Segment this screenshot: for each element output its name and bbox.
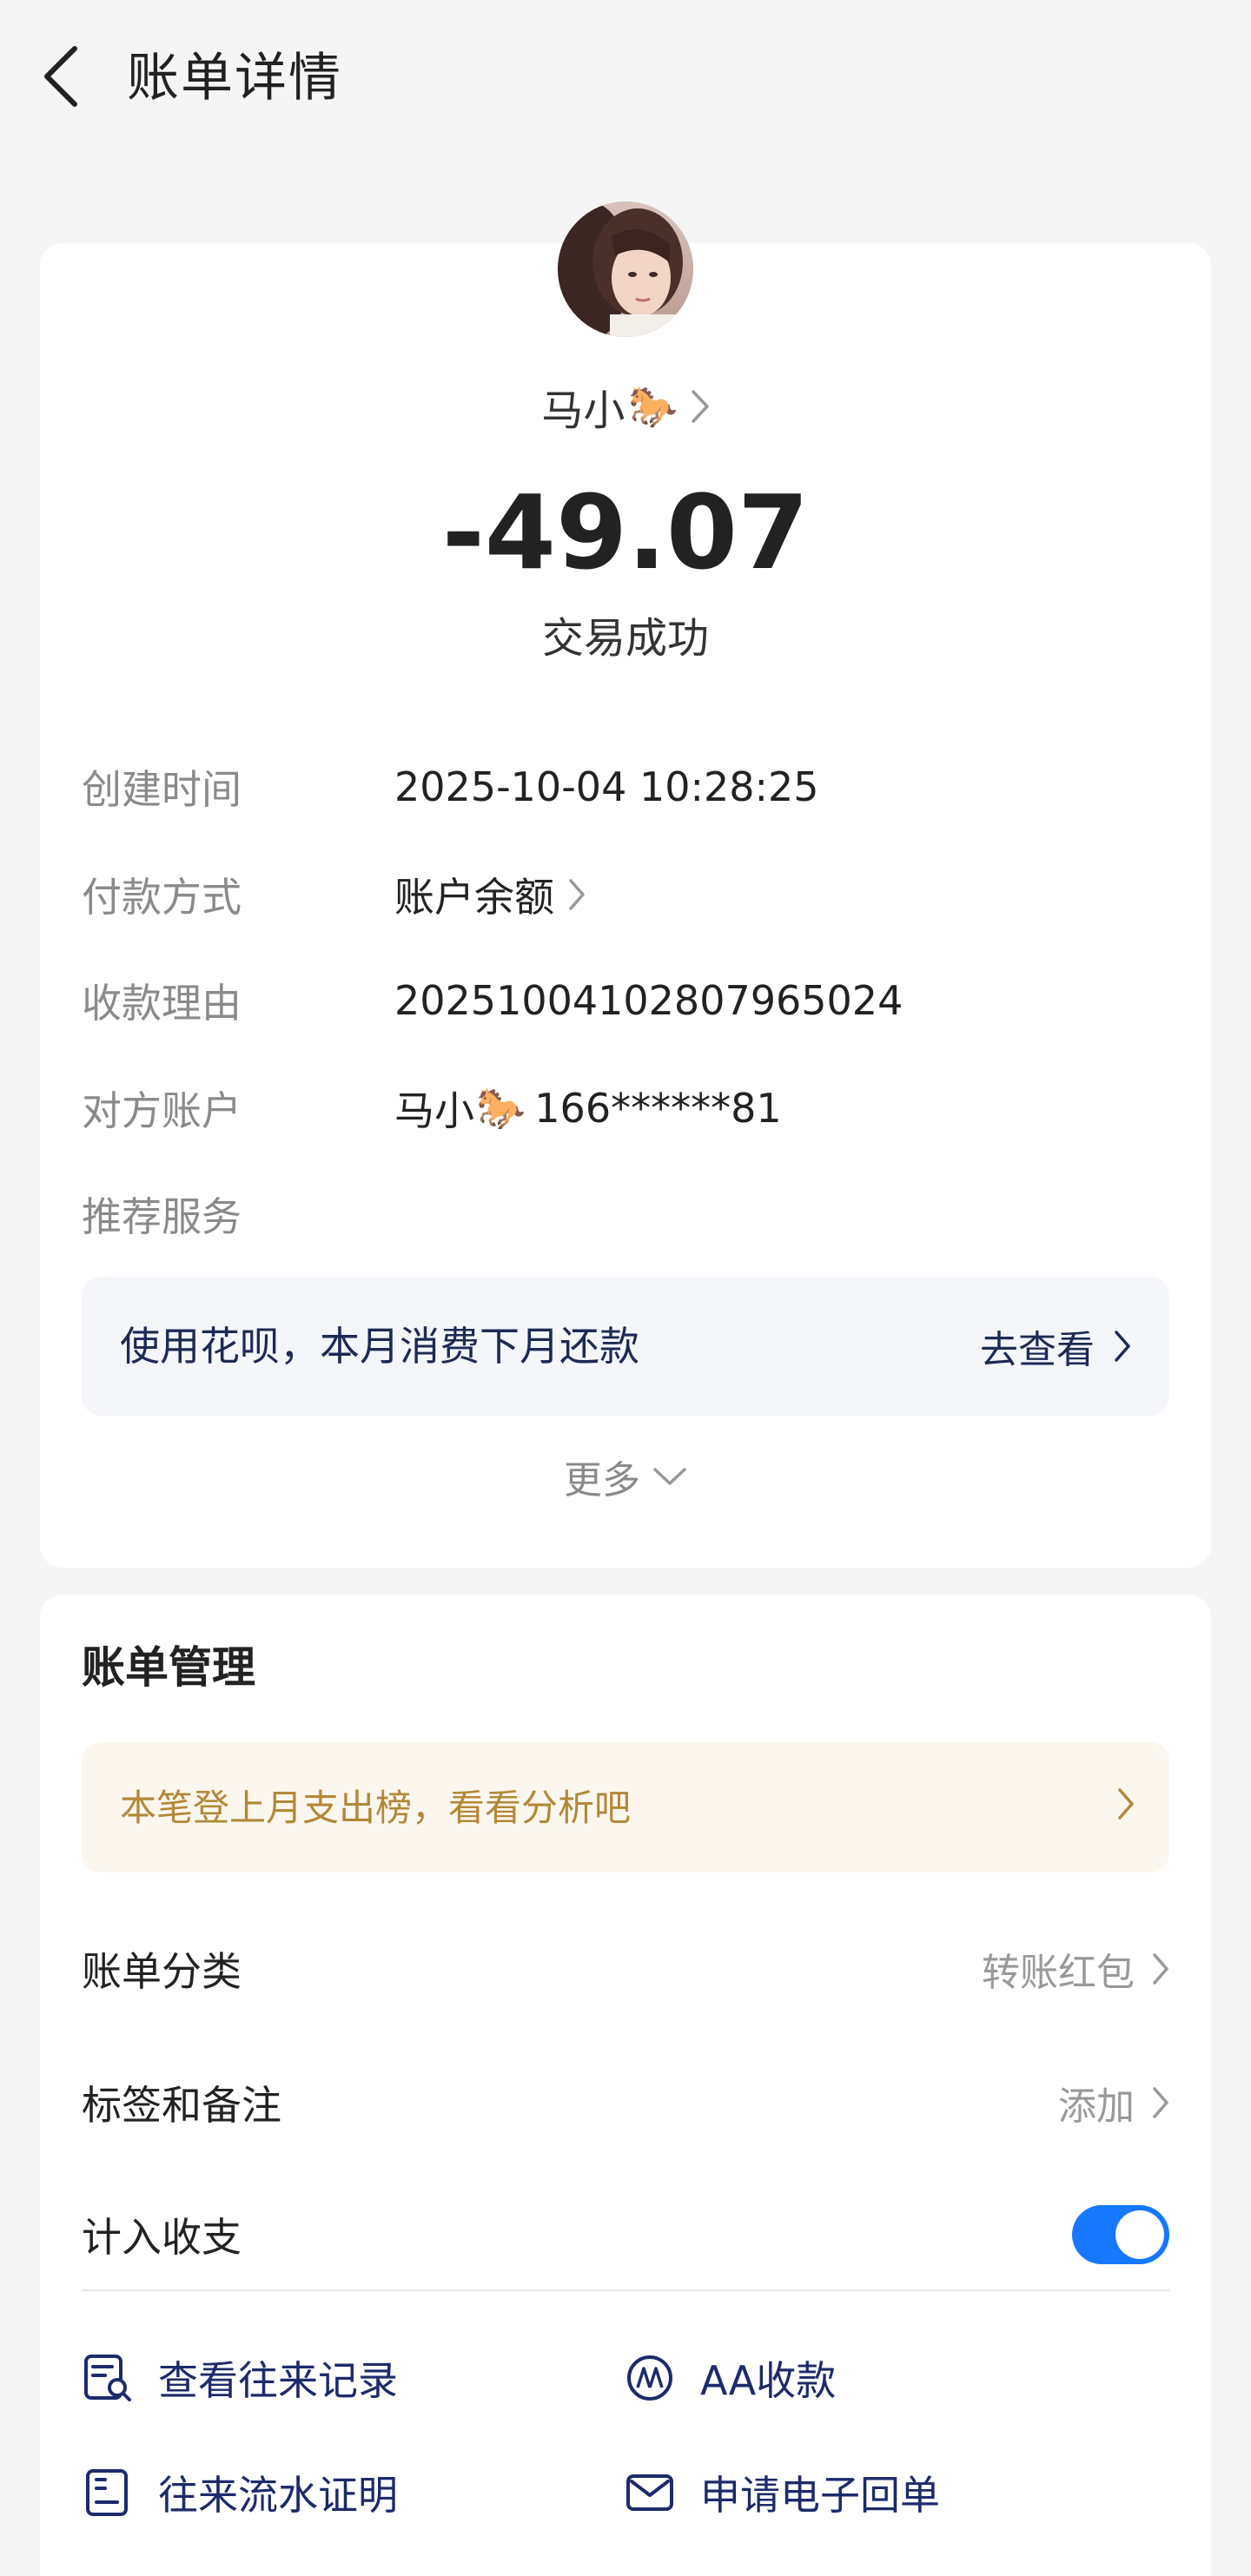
count-in-budget-toggle[interactable] [1072,2205,1169,2264]
detail-row-payment-method[interactable]: 付款方式 账户余额 [82,860,1176,929]
action-label: 查看往来记录 [158,2357,398,2404]
detail-label: 对方账户 [82,1087,242,1134]
detail-row-counterparty: 对方账户 马小 🐎 166******81 [82,1073,1176,1143]
page-title: 账单详情 [127,48,342,109]
detail-row-created-time: 创建时间 2025-10-04 10:28:25 [82,752,1176,822]
statement-icon [82,2467,134,2519]
count-in-budget-row: 计入收支 [82,2196,1169,2274]
huabei-promo[interactable]: 使用花呗，本月消费下月还款 去查看 [82,1277,1169,1416]
detail-label: 收款理由 [82,980,242,1027]
bill-category-label: 账单分类 [82,1948,242,1995]
counterparty-name: 马小 [394,1087,474,1134]
count-in-budget-label: 计入收支 [82,2214,242,2261]
statement-proof-button[interactable]: 往来流水证明 [82,2458,398,2527]
chevron-right-icon [568,878,586,911]
action-label: 申请电子回单 [700,2472,940,2519]
promo-action-button[interactable]: 去查看 [980,1311,1131,1381]
chevron-right-icon [1114,1330,1131,1363]
record-search-icon [82,2352,134,2404]
payment-method-value: 账户余额 [394,874,554,921]
detail-value: 账户余额 [394,866,586,923]
detail-value: 20251004102807965024 [394,977,904,1024]
divider [82,2289,1169,2291]
detail-label: 推荐服务 [82,1193,242,1240]
detail-row-recommend: 推荐服务 [82,1179,1176,1249]
back-arrow-icon [44,46,77,107]
tags-notes-label: 标签和备注 [82,2082,281,2129]
action-label: 往来流水证明 [158,2472,398,2519]
horse-emoji: 🐎 [628,382,678,430]
more-button[interactable]: 更多 [0,1442,1251,1511]
toggle-knob [1115,2210,1164,2259]
detail-label: 付款方式 [82,874,242,921]
analysis-text: 本笔登上月支出榜，看看分析吧 [120,1787,632,1829]
detail-value: 2025-10-04 10:28:25 [394,763,819,810]
bill-category-row[interactable]: 账单分类 转账红包 [82,1930,1169,2008]
detail-label: 创建时间 [82,766,242,813]
detail-row-reason: 收款理由 20251004102807965024 [82,966,1176,1035]
chevron-right-icon [691,389,710,424]
promo-action-label: 去查看 [980,1328,1095,1372]
counterparty-account: 166******81 [534,1085,782,1132]
category-value: 转账红包 [982,1951,1135,1995]
transaction-amount: -49.07 [441,472,810,592]
avatar-image [558,201,693,337]
chevron-down-icon [652,1466,687,1487]
tags-notes-value: 添加 [1058,2075,1169,2130]
envelope-icon [624,2467,676,2519]
tags-notes-row[interactable]: 标签和备注 添加 [82,2064,1169,2142]
tags-value: 添加 [1058,2084,1135,2129]
bill-category-value: 转账红包 [982,1941,1169,1997]
payee-row[interactable]: 马小 🐎 [0,372,1251,441]
payee-name: 马小 [541,386,626,435]
e-receipt-button[interactable]: 申请电子回单 [624,2458,940,2527]
aa-icon [624,2352,676,2404]
header-bar: 账单详情 [0,0,1251,156]
avatar[interactable] [558,201,693,337]
aa-collect-button[interactable]: AA收款 [624,2343,836,2413]
chevron-right-icon [1117,1787,1135,1820]
promo-text: 使用花呗，本月消费下月还款 [120,1323,639,1370]
chevron-right-icon [1152,1952,1169,1985]
transaction-status: 交易成功 [541,614,709,663]
chevron-right-icon [1152,2086,1169,2119]
section-title: 账单管理 [82,1642,255,1693]
back-button[interactable] [35,42,87,111]
view-history-button[interactable]: 查看往来记录 [82,2343,398,2413]
more-label: 更多 [564,1458,640,1503]
horse-emoji: 🐎 [476,1084,526,1132]
action-label: AA收款 [700,2357,837,2404]
detail-value: 马小 🐎 166******81 [394,1080,782,1137]
spending-analysis-banner[interactable]: 本笔登上月支出榜，看看分析吧 [82,1742,1169,1873]
